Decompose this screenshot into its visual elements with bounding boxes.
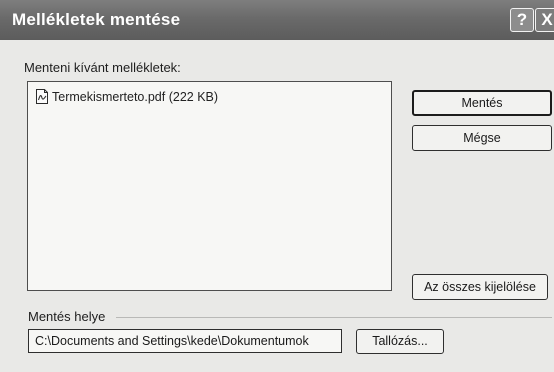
save-attachments-dialog: Mellékletek mentése ? X Menteni kívánt m… (0, 0, 554, 372)
save-path-field[interactable]: C:\Documents and Settings\kede\Dokumentu… (28, 329, 342, 353)
title-bar[interactable]: Mellékletek mentése ? X (0, 0, 554, 40)
pdf-file-icon (36, 89, 48, 104)
list-item[interactable]: Termekismerteto.pdf (222 KB) (35, 89, 218, 104)
attachment-name: Termekismerteto.pdf (222 KB) (52, 89, 219, 104)
save-button[interactable]: Mentés (412, 90, 552, 116)
group-divider (116, 317, 552, 318)
save-location-label: Mentés helye (28, 309, 109, 324)
close-button[interactable]: X (535, 8, 554, 32)
select-all-button[interactable]: Az összes kijelölése (412, 274, 548, 300)
dialog-title: Mellékletek mentése (12, 10, 181, 29)
cancel-button[interactable]: Mégse (412, 125, 552, 151)
attachments-label: Menteni kívánt mellékletek: (24, 60, 181, 75)
help-icon: ? (516, 10, 528, 29)
help-button[interactable]: ? (510, 8, 534, 32)
close-icon: X (541, 10, 553, 29)
browse-button[interactable]: Tallózás... (356, 329, 444, 354)
attachments-list[interactable]: Termekismerteto.pdf (222 KB) (27, 81, 392, 291)
